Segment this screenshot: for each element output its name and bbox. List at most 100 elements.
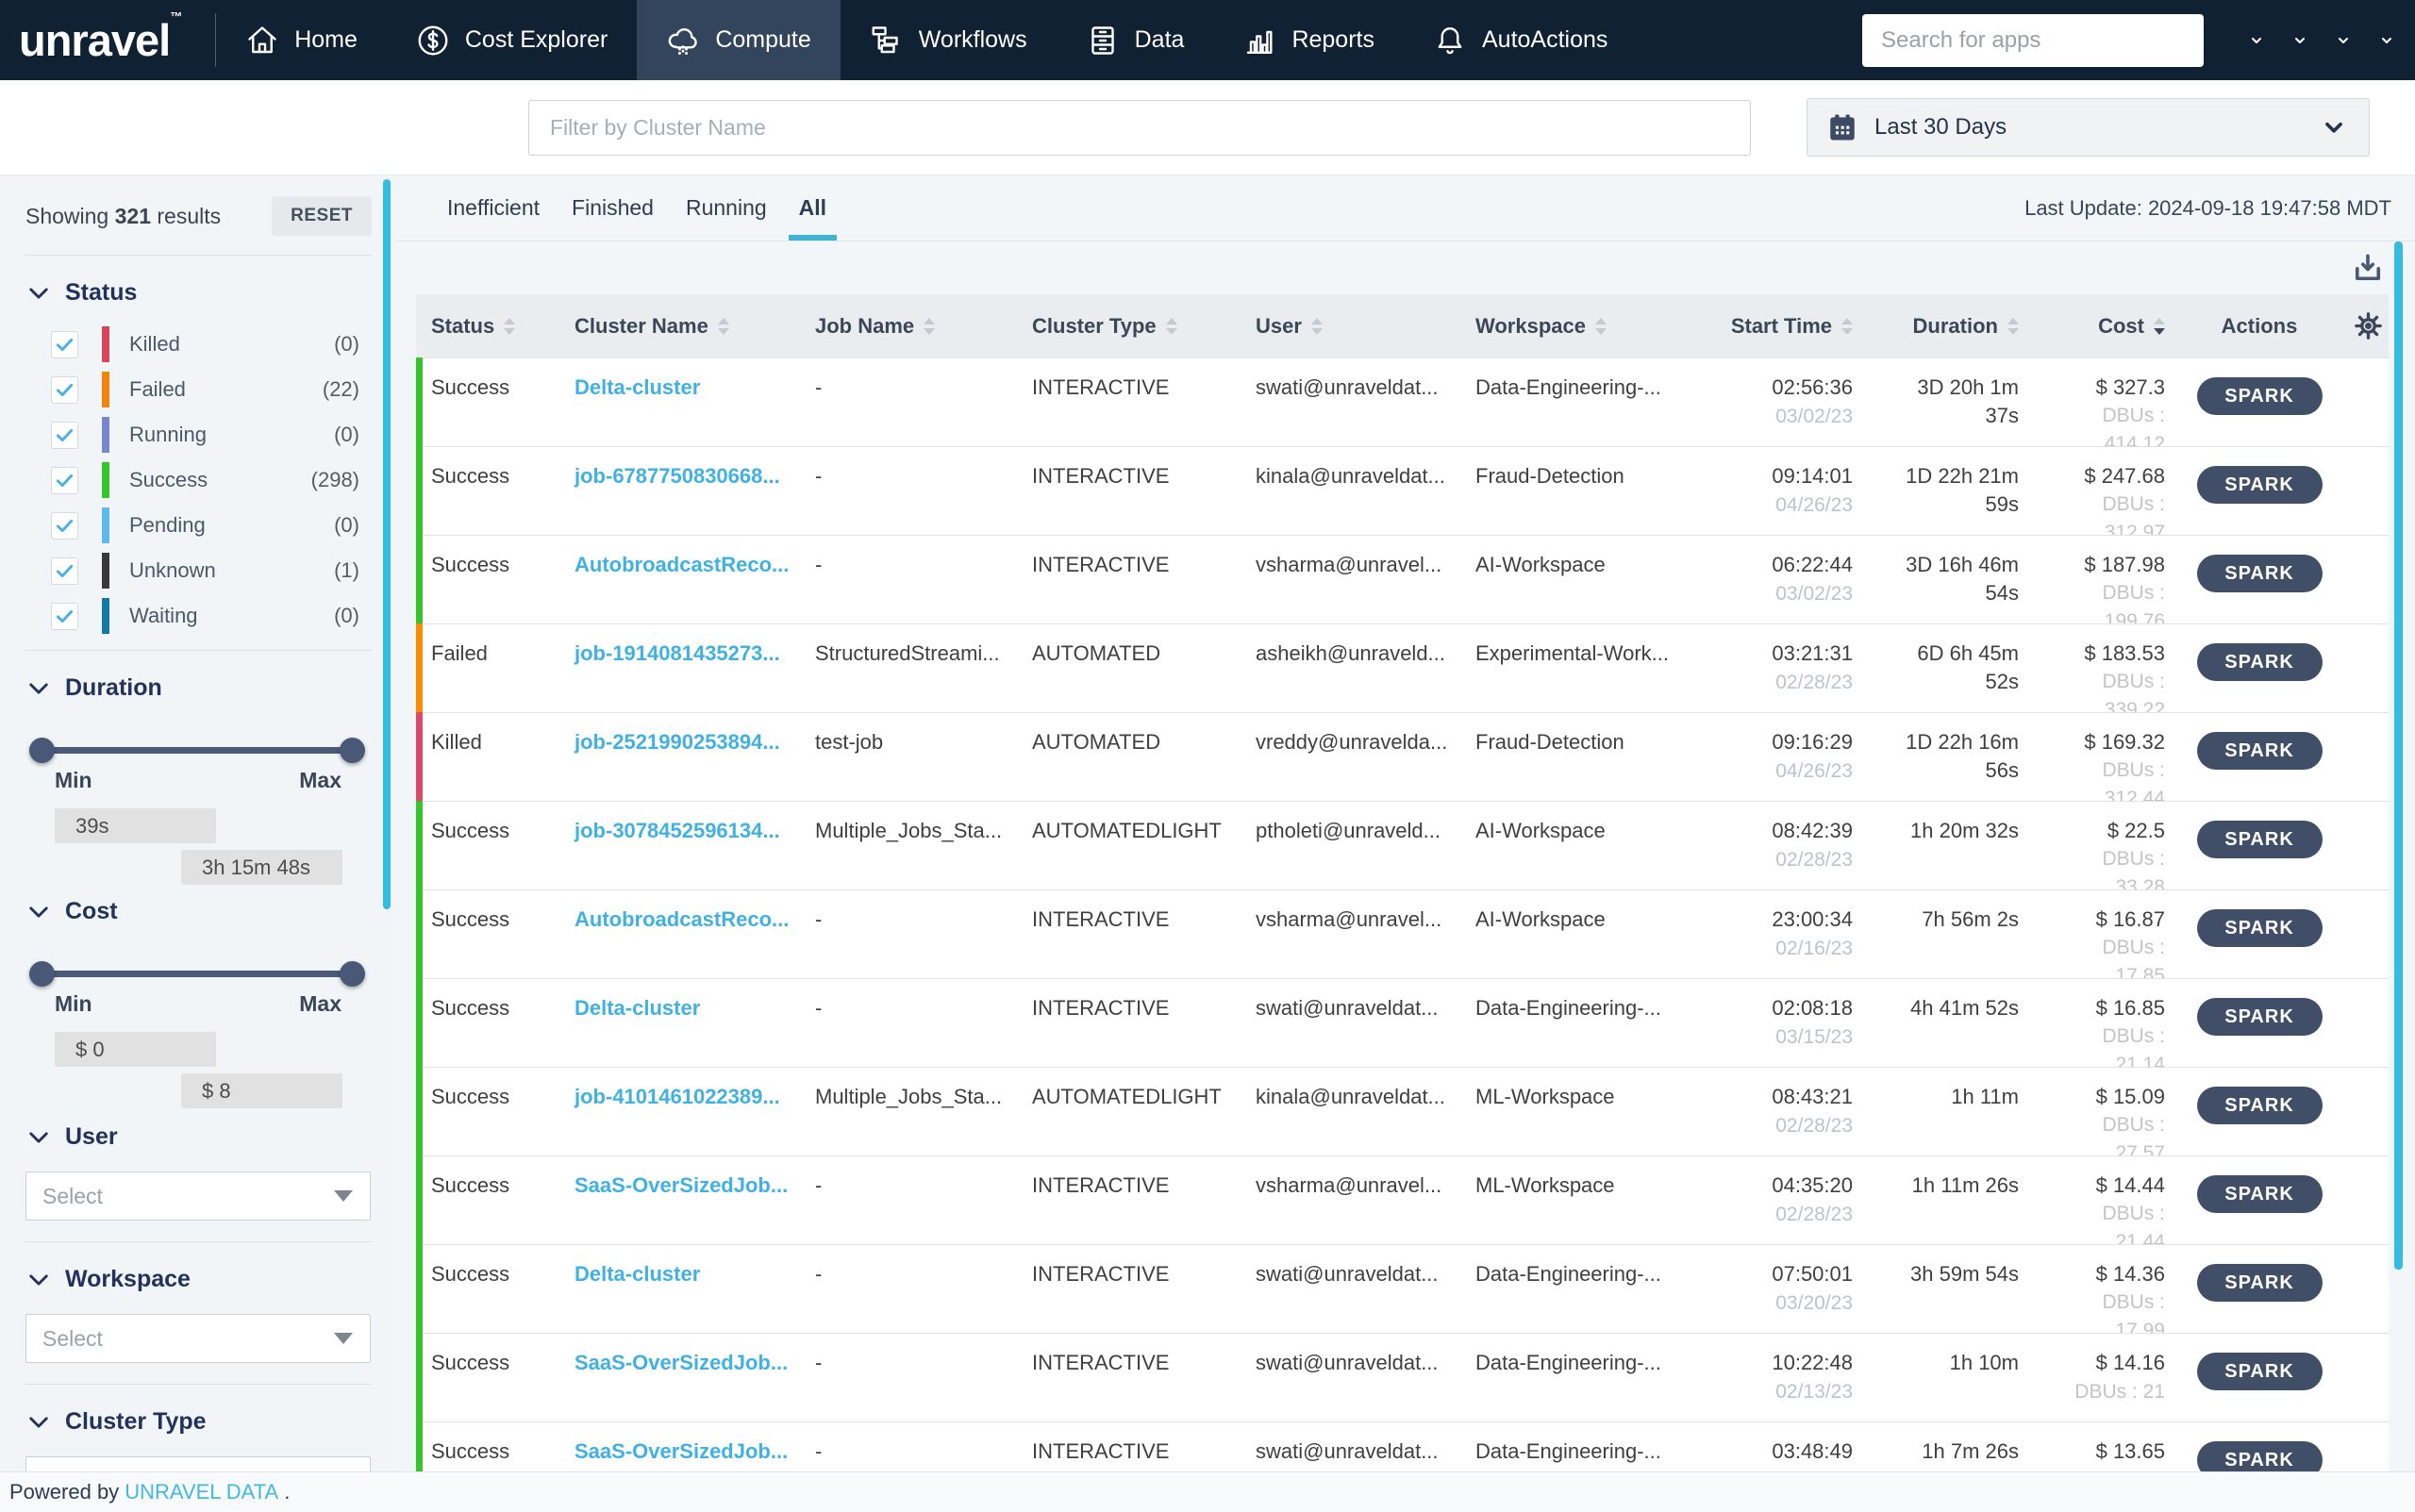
status-section-header[interactable]: Status	[28, 279, 396, 307]
spark-button[interactable]: SPARK	[2196, 821, 2323, 858]
column-header[interactable]: Start Time	[1711, 314, 1853, 339]
admin-tools-menu[interactable]	[396, 33, 2307, 209]
cost-section-header[interactable]: Cost	[28, 898, 396, 925]
spark-button[interactable]: SPARK	[2196, 1264, 2323, 1302]
unravel-logo[interactable]: unravel™	[0, 9, 217, 67]
cost-max-input[interactable]: $ 8	[181, 1073, 342, 1108]
cluster-name-link[interactable]: AutobroadcastReco...	[575, 553, 789, 576]
cluster-type-section-header[interactable]: Cluster Type	[28, 1408, 396, 1436]
status-checkbox[interactable]	[51, 511, 78, 540]
duration-min-handle[interactable]	[29, 738, 55, 763]
table-row: Success Delta-cluster - INTERACTIVE swat…	[416, 1244, 2389, 1341]
spark-button[interactable]: SPARK	[2196, 1441, 2323, 1471]
nav-item-workflows[interactable]: Workflows	[841, 0, 1057, 80]
status-color-bar	[102, 462, 109, 498]
cluster-name-filter-input[interactable]	[528, 100, 1751, 156]
nav-item-cost-explorer[interactable]: Cost Explorer	[387, 0, 637, 80]
column-header[interactable]: Status	[416, 314, 575, 339]
tab[interactable]: Finished	[556, 175, 670, 241]
cluster-name-link[interactable]: Delta-cluster	[575, 996, 700, 1020]
cell-cost: $ 14.36 DBUs : 17.99	[2019, 1245, 2165, 1341]
column-header[interactable]: Duration	[1853, 314, 2019, 339]
column-header[interactable]: Cluster Type	[1032, 314, 1256, 339]
sidebar-scrollbar[interactable]	[383, 179, 391, 909]
column-header[interactable]: Job Name	[815, 314, 1032, 339]
cell-job-name: -	[815, 1262, 823, 1286]
cluster-name-link[interactable]: Delta-cluster	[575, 1262, 700, 1286]
tab[interactable]: All	[783, 175, 842, 241]
workspace-select[interactable]: Select	[25, 1314, 371, 1363]
spark-button[interactable]: SPARK	[2196, 732, 2323, 770]
dbus-value: DBUs : 21	[2074, 1381, 2165, 1403]
spark-button[interactable]: SPARK	[2196, 377, 2323, 415]
spark-button[interactable]: SPARK	[2196, 643, 2323, 681]
duration-max-handle[interactable]	[340, 738, 365, 763]
status-checkbox[interactable]	[51, 602, 78, 630]
cluster-name-link[interactable]: job-3078452596134...	[575, 819, 780, 842]
spark-button[interactable]: SPARK	[2196, 555, 2323, 592]
user-section-header[interactable]: User	[28, 1123, 396, 1151]
reset-filters-button[interactable]: RESET	[272, 196, 372, 236]
cluster-name-link[interactable]: SaaS-OverSizedJob...	[575, 1439, 788, 1463]
help-menu[interactable]	[396, 33, 2351, 209]
status-checkbox[interactable]	[51, 421, 78, 449]
status-checkbox[interactable]	[51, 375, 78, 404]
spark-button[interactable]: SPARK	[2196, 998, 2323, 1036]
duration-min-input[interactable]: 39s	[55, 808, 216, 843]
nav-item-data[interactable]: Data	[1057, 0, 1214, 80]
column-header[interactable]: Cost	[2019, 314, 2165, 339]
start-time: 02:08:18	[1772, 996, 1853, 1020]
nav-item-compute[interactable]: Compute	[637, 0, 841, 80]
column-header[interactable]: User	[1256, 314, 1475, 339]
cell-status: Killed	[431, 730, 482, 754]
cluster-name-link[interactable]: job-1914081435273...	[575, 641, 780, 665]
spark-button[interactable]: SPARK	[2196, 1353, 2323, 1390]
cluster-name-link[interactable]: SaaS-OverSizedJob...	[575, 1173, 788, 1197]
apps-grid-menu[interactable]	[396, 33, 2264, 209]
cluster-name-link[interactable]: Delta-cluster	[575, 375, 700, 399]
column-header[interactable]: Cluster Name	[575, 314, 815, 339]
cost-min-handle[interactable]	[29, 961, 55, 987]
unravel-data-link[interactable]: UNRAVEL DATA	[125, 1480, 278, 1504]
nav-item-reports[interactable]: Reports	[1213, 0, 1404, 80]
cluster-name-link[interactable]: job-4101461022389...	[575, 1085, 780, 1108]
cell-start-time: 03:48:4903/01/23	[1711, 1422, 1853, 1471]
tab[interactable]: Running	[670, 175, 783, 241]
cell-cost: $ 327.3 DBUs : 414.12	[2019, 358, 2165, 455]
spark-button[interactable]: SPARK	[2196, 466, 2323, 504]
cluster-name-link[interactable]: SaaS-OverSizedJob...	[575, 1351, 788, 1374]
status-checkbox[interactable]	[51, 557, 78, 585]
user-select[interactable]: Select	[25, 1171, 371, 1221]
spark-button[interactable]: SPARK	[2196, 1087, 2323, 1124]
download-icon[interactable]	[2351, 251, 2385, 285]
nav-item-autoactions[interactable]: AutoActions	[1404, 0, 1637, 80]
spark-button[interactable]: SPARK	[2196, 1175, 2323, 1213]
user-menu[interactable]	[396, 33, 2394, 209]
app-search-input[interactable]	[1862, 13, 2204, 67]
main-scrollbar[interactable]	[2394, 241, 2403, 1270]
workspace-section-header[interactable]: Workspace	[28, 1266, 396, 1293]
duration-max-input[interactable]: 3h 15m 48s	[181, 850, 342, 885]
cluster-name-link[interactable]: AutobroadcastReco...	[575, 907, 789, 931]
nav-item-home[interactable]: Home	[216, 0, 387, 80]
cluster-name-link[interactable]: job-2521990253894...	[575, 730, 780, 754]
cost-min-input[interactable]: $ 0	[55, 1032, 216, 1067]
spark-button[interactable]: SPARK	[2196, 909, 2323, 947]
cell-job-name: -	[815, 1173, 823, 1197]
column-header[interactable]: Workspace	[1475, 314, 1711, 339]
cost-max-handle[interactable]	[340, 961, 365, 987]
tab[interactable]: Inefficient	[431, 175, 556, 241]
cluster-type-select[interactable]: Select	[25, 1456, 371, 1471]
cell-start-time: 07:50:01 03/20/23	[1711, 1245, 1853, 1333]
duration-section-header[interactable]: Duration	[28, 674, 396, 702]
status-checkbox[interactable]	[51, 330, 78, 358]
status-checkbox[interactable]	[51, 466, 78, 494]
status-filter-item: Success (298)	[0, 457, 396, 503]
cluster-name-link[interactable]: job-6787750830668...	[575, 464, 780, 488]
date-range-select[interactable]: Last 30 Days	[1807, 98, 2370, 157]
status-color-bar	[102, 598, 109, 634]
table-settings-button[interactable]	[2354, 311, 2398, 341]
column-header[interactable]: Actions	[2165, 314, 2354, 339]
row-status-stripe	[416, 535, 423, 623]
table-row: Success SaaS-OverSizedJob... - INTERACTI…	[416, 1421, 2389, 1471]
